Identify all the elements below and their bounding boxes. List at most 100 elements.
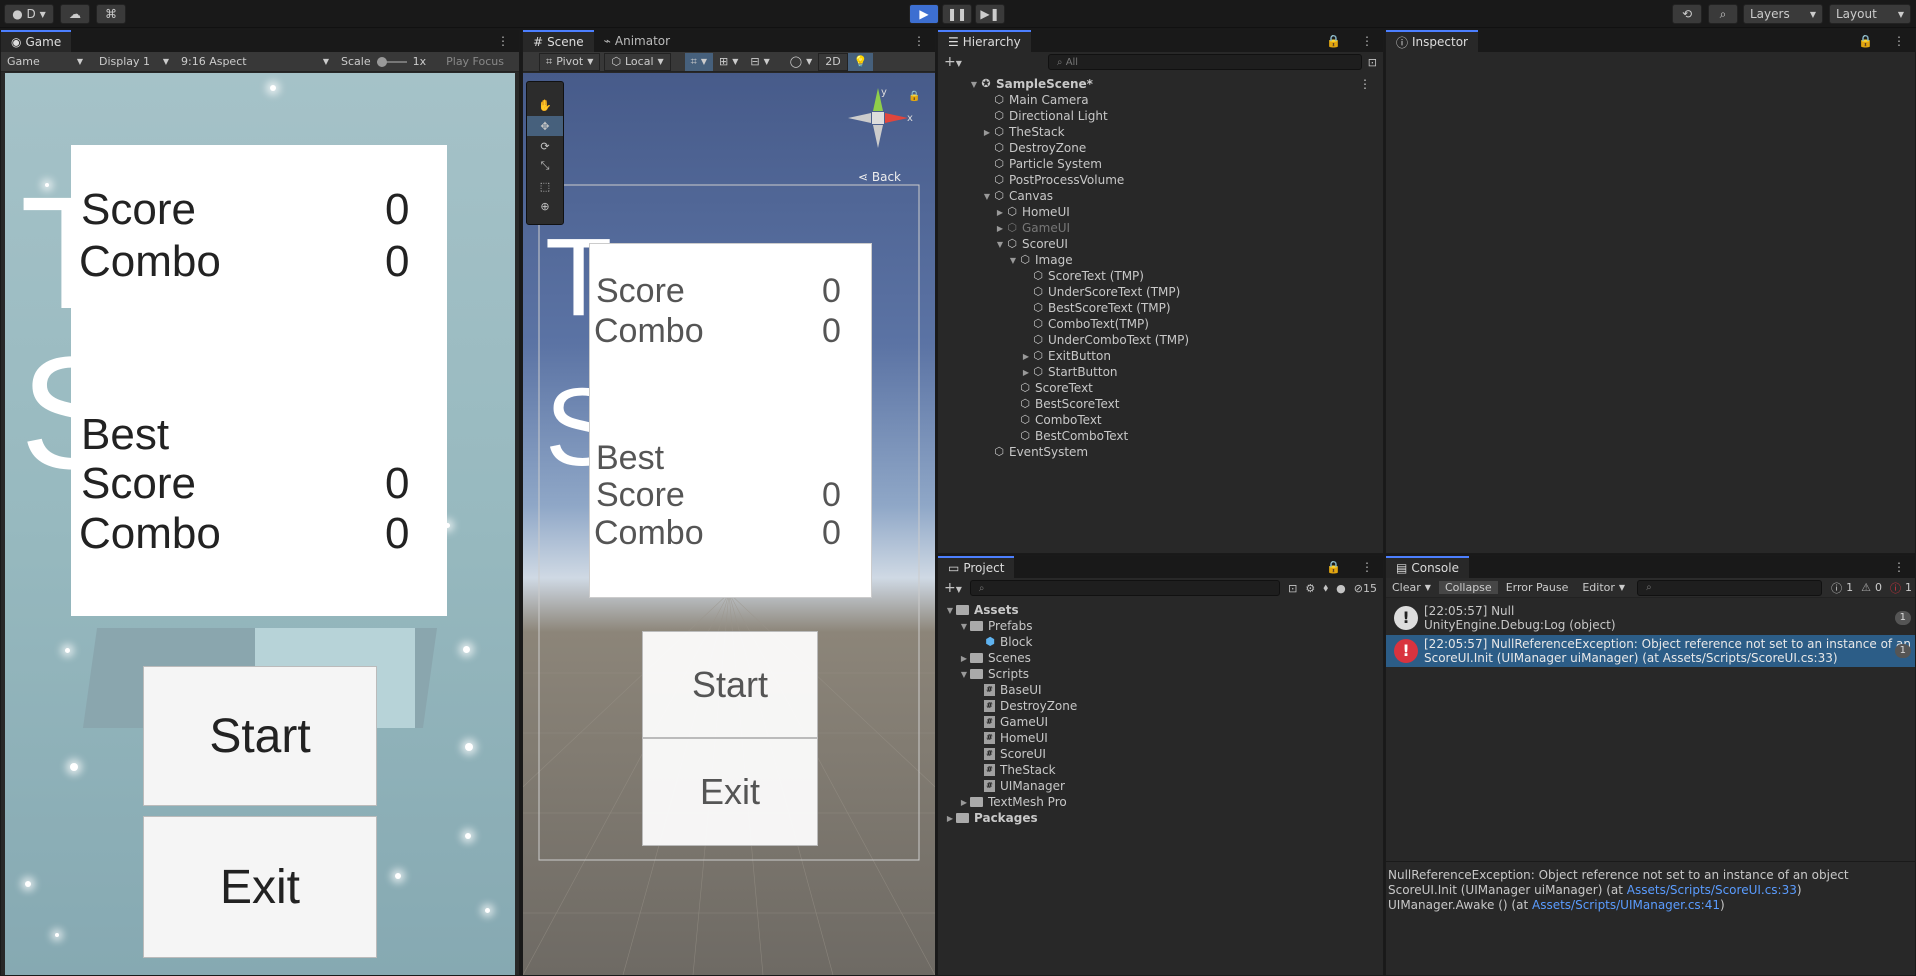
transform-tool[interactable]: ⊕ [527,196,563,216]
hierarchy-item[interactable]: ⬡ UnderScoreText (TMP) [938,284,1383,300]
scale-slider[interactable] [376,56,407,67]
scene-row[interactable]: ▼ ✪ SampleScene* ⋮ [938,76,1383,92]
scene-score-panel[interactable]: Score 0 Combo 0 Best Score 0 Combo 0 [589,243,872,598]
hierarchy-item[interactable]: ▶ ⬡ StartButton [938,364,1383,380]
kebab-menu-icon[interactable]: ⋮ [1359,77,1371,91]
play-focus-toggle[interactable]: Play Focus [440,55,510,68]
hierarchy-item[interactable]: ⬡ BestComboText [938,428,1383,444]
chevron-down-icon[interactable]: ▼ [994,240,1006,249]
collab-button[interactable]: ⌘ [96,4,126,24]
cloud-button[interactable]: ☁ [60,4,90,24]
filter-type-icon[interactable]: ⚙ [1305,582,1315,595]
console-search-input[interactable]: ⌕ [1637,579,1823,596]
chevron-right-icon[interactable]: ▶ [981,128,993,137]
hierarchy-item[interactable]: ⬡ BestScoreText (TMP) [938,300,1383,316]
hidden-count[interactable]: ⊘15 [1354,582,1377,595]
chevron-down-icon[interactable]: ▼ [944,606,956,615]
pivot-dropdown[interactable]: ⌗ Pivot ▼ [539,52,601,71]
lock-button[interactable]: 🔒 [1316,30,1351,52]
project-item[interactable]: ▶ Packages [938,810,1383,826]
source-link[interactable]: Assets/Scripts/ScoreUI.cs:33 [1627,883,1797,897]
start-button[interactable]: Start [143,666,377,806]
hierarchy-item[interactable]: ⬡ ComboText(TMP) [938,316,1383,332]
layout-dropdown[interactable]: Layout ▼ [1829,4,1911,24]
project-search-input[interactable]: ⌕ [969,580,1281,596]
grid-dropdown[interactable]: ⊞ ▼ [713,55,744,68]
console-entry[interactable]: ! [22:05:57] NullReferenceException: Obje… [1386,635,1915,667]
tab-project[interactable]: ▭ Project [938,556,1015,578]
chevron-down-icon[interactable]: ▼ [958,622,970,631]
hand-tool[interactable]: ✋ [527,94,563,116]
panel-menu-button[interactable]: ⋮ [1351,30,1383,52]
hierarchy-search-input[interactable]: ⌕ All [1047,54,1362,70]
project-item[interactable]: # DestroyZone [938,698,1383,714]
project-item[interactable]: # ScoreUI [938,746,1383,762]
collapse-toggle[interactable]: Collapse [1438,581,1498,594]
source-link[interactable]: Assets/Scripts/UIManager.cs:41 [1532,898,1720,912]
project-item[interactable]: # BaseUI [938,682,1383,698]
warning-count-toggle[interactable]: ⚠ 0 [1858,581,1885,594]
layers-dropdown[interactable]: Layers ▼ [1743,4,1823,24]
display-dropdown[interactable]: Display 1 ▼ [93,55,175,68]
hierarchy-item[interactable]: ▼ ⬡ Image [938,252,1383,268]
project-item[interactable]: ⬢ Block [938,634,1383,650]
project-item[interactable]: # TheStack [938,762,1383,778]
game-viewport[interactable]: T S Score 0 Combo 0 Best Score 0 Combo 0… [5,73,515,975]
chevron-down-icon[interactable]: ▼ [981,192,993,201]
chevron-right-icon[interactable]: ▶ [958,798,970,807]
project-item[interactable]: ▼ Prefabs [938,618,1383,634]
project-item[interactable]: # HomeUI [938,730,1383,746]
chevron-right-icon[interactable]: ▶ [1020,368,1032,377]
hierarchy-item[interactable]: ⬡ ScoreText [938,380,1383,396]
local-dropdown[interactable]: ⬡ Local ▼ [604,52,671,71]
increment-snap-dropdown[interactable]: ⊟ ▼ [744,55,775,68]
tab-inspector[interactable]: ⓘ Inspector [1386,30,1478,52]
chevron-right-icon[interactable]: ▶ [994,208,1006,217]
log-count-toggle[interactable]: ⓘ 1 [1828,580,1856,596]
clear-dropdown[interactable]: Clear ▼ [1386,581,1437,594]
label-icon[interactable]: ⬧ [1323,581,1328,595]
chevron-right-icon[interactable]: ▶ [1020,352,1032,361]
scene-start-button[interactable]: Start [642,631,818,738]
panel-menu-button[interactable]: ⋮ [487,30,519,52]
back-label[interactable]: ⋖ Back [858,170,901,184]
account-dropdown[interactable]: ● D ▼ [4,4,54,24]
project-item[interactable]: # GameUI [938,714,1383,730]
aspect-dropdown[interactable]: 9:16 Aspect ▼ [175,55,335,68]
project-item[interactable]: # UIManager [938,778,1383,794]
rect-tool[interactable]: ⬚ [527,176,563,196]
panel-menu-button[interactable]: ⋮ [1883,556,1915,578]
hierarchy-item[interactable]: ▶ ⬡ HomeUI [938,204,1383,220]
exit-button[interactable]: Exit [143,816,377,958]
tab-scene[interactable]: # Scene [523,30,594,52]
project-item[interactable]: ▶ Scenes [938,650,1383,666]
hierarchy-item[interactable]: ▶ ⬡ GameUI [938,220,1383,236]
step-button[interactable]: ▶❚ [975,4,1005,24]
chevron-right-icon[interactable]: ▶ [994,224,1006,233]
search-by-type-icon[interactable]: ⊡ [1288,582,1297,595]
panel-menu-button[interactable]: ⋮ [903,30,935,52]
search-options-button[interactable]: ⊡ [1368,56,1377,69]
pause-button[interactable]: ❚❚ [942,4,972,24]
chevron-right-icon[interactable]: ▶ [944,814,956,823]
scene-viewport[interactable]: ✋ ✥ ⟳ ⤡ ⬚ ⊕ y x 🔒 ⋖ Back T S Score 0 Com… [523,73,935,975]
error-count-toggle[interactable]: ⓘ 1 [1887,580,1915,596]
hierarchy-item[interactable]: ▼ ⬡ Canvas [938,188,1383,204]
warning-filter-icon[interactable]: ● [1336,582,1346,595]
move-tool[interactable]: ✥ [527,116,563,136]
lock-button[interactable]: 🔒 [1848,30,1883,52]
project-item[interactable]: ▼ Scripts [938,666,1383,682]
hierarchy-item[interactable]: ▶ ⬡ ExitButton [938,348,1383,364]
chevron-right-icon[interactable]: ▶ [958,654,970,663]
console-entry[interactable]: ! [22:05:57] Null UnityEngine.Debug:Log (o… [1386,602,1915,634]
play-button[interactable]: ▶ [909,4,939,24]
hierarchy-item[interactable]: ⬡ DestroyZone [938,140,1383,156]
toggle-2d-button[interactable]: 2D [818,52,848,71]
project-item[interactable]: ▶ TextMesh Pro [938,794,1383,810]
chevron-down-icon[interactable]: ▼ [958,670,970,679]
tab-game[interactable]: ◉ Game [1,30,72,52]
grid-snap-button[interactable]: ⌗ ▼ [684,52,714,71]
add-button[interactable]: +▼ [944,54,962,70]
chevron-down-icon[interactable]: ▼ [1007,256,1019,265]
shading-dropdown[interactable]: ◯ ▼ [784,55,818,68]
